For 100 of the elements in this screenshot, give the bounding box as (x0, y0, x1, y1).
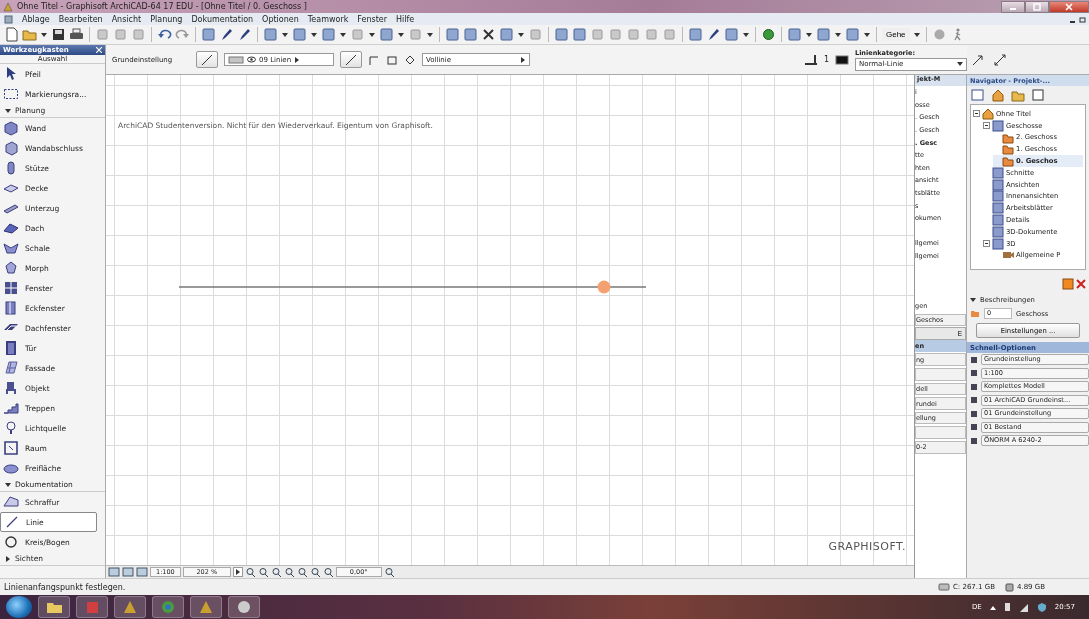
restore-icon[interactable] (1079, 15, 1086, 23)
zoom-page-icon[interactable] (122, 567, 134, 577)
collapse-icon[interactable] (973, 110, 980, 118)
redo-icon[interactable] (175, 27, 190, 42)
circle-icon (160, 599, 176, 615)
magnifier-icon[interactable] (270, 567, 282, 577)
caret-icon (294, 56, 301, 63)
magnifier-icon[interactable] (257, 567, 269, 577)
minimize-button[interactable] (1001, 0, 1025, 13)
line-geometry-button[interactable] (340, 51, 362, 68)
circle-icon (236, 599, 252, 615)
square-icon (992, 178, 1004, 191)
collapse-triangle-icon[interactable] (970, 297, 976, 303)
square-icon (970, 355, 978, 364)
expand-triangle-icon[interactable] (5, 555, 11, 562)
menu-item[interactable]: Ablage (22, 14, 50, 24)
taskbar-app-button[interactable] (114, 596, 146, 618)
menu-item[interactable]: Ansicht (111, 14, 142, 24)
diamond-icon[interactable] (404, 53, 416, 66)
battery-icon[interactable] (1003, 602, 1011, 612)
taskbar-app-button[interactable] (190, 596, 222, 618)
house-icon[interactable] (991, 88, 1005, 102)
rectangle-icon[interactable] (386, 53, 398, 66)
window-title: Ohne Titel - Graphisoft ArchiCAD-64 17 EDU - [Ohne Titel / 0. Geschoss ] (17, 2, 307, 11)
line-icon (344, 53, 358, 66)
circle-icon (3, 534, 19, 550)
layout-icon[interactable] (108, 567, 120, 577)
menu-item[interactable]: Bearbeiten (58, 14, 103, 24)
square-icon (992, 190, 1004, 203)
double-arrow-icon[interactable] (993, 52, 1007, 67)
start-button[interactable] (6, 596, 32, 618)
house-icon (982, 107, 994, 120)
shell-icon (3, 240, 19, 256)
collapse-triangle-icon[interactable] (5, 481, 11, 488)
folder-icon[interactable] (1011, 88, 1025, 102)
shield-icon[interactable] (1036, 602, 1047, 612)
magnifier-icon[interactable] (244, 567, 256, 577)
menu-item[interactable]: Optionen (262, 14, 299, 24)
circle-icon[interactable] (761, 27, 776, 42)
stairs-icon (3, 400, 19, 416)
square-icon (992, 225, 1004, 238)
taskbar-app-button[interactable] (228, 596, 260, 618)
pencil-icon[interactable] (237, 27, 252, 42)
printer-icon[interactable] (69, 27, 84, 42)
page-icon[interactable] (4, 27, 19, 42)
dashed-rectangle-icon (3, 86, 19, 102)
cube-icon (3, 140, 19, 156)
pencil-icon[interactable] (219, 27, 234, 42)
polyline-icon[interactable] (368, 53, 380, 66)
play-icon[interactable] (232, 567, 243, 577)
undo-icon[interactable] (157, 27, 172, 42)
collapse-icon[interactable] (983, 122, 990, 130)
folder-icon (1002, 155, 1014, 168)
taskbar-app-button[interactable] (38, 596, 70, 618)
eye-icon (247, 56, 256, 63)
line-icon (4, 514, 20, 530)
close-button[interactable] (1049, 0, 1089, 13)
document-icon (4, 14, 13, 24)
magnifier-icon[interactable] (322, 567, 334, 577)
pen-color-swatch-icon[interactable] (835, 54, 849, 65)
maximize-button[interactable] (1025, 0, 1049, 13)
option-field[interactable] (915, 426, 966, 440)
brand-wordmark: GRAPHISOFT. (828, 540, 906, 553)
line-icon (200, 53, 214, 66)
disk-drive-icon (938, 583, 950, 591)
close-icon[interactable] (481, 27, 496, 42)
menu-item[interactable]: Hilfe (396, 14, 415, 24)
menu-item[interactable]: Fenster (357, 14, 387, 24)
pencil-icon[interactable] (706, 27, 721, 42)
line-tool-button[interactable] (196, 51, 218, 68)
magnifier-icon[interactable] (309, 567, 321, 577)
document-icon[interactable] (971, 88, 985, 102)
caret-icon[interactable] (989, 604, 996, 610)
signal-icon[interactable] (1018, 602, 1029, 612)
fit-icon[interactable] (136, 567, 148, 577)
collapse-icon[interactable] (983, 240, 990, 248)
grid-panel-icon (3, 360, 19, 376)
menu-item[interactable]: Teamwork (307, 14, 349, 24)
lamp-icon (3, 420, 19, 436)
memory-chip-icon (1004, 582, 1014, 592)
collapse-triangle-icon[interactable] (5, 107, 11, 114)
magnifier-icon[interactable] (296, 567, 308, 577)
pen-icon[interactable] (803, 53, 818, 66)
square-icon[interactable] (1031, 88, 1045, 102)
menu-item[interactable]: Planung (150, 14, 183, 24)
magnifier-icon[interactable] (283, 567, 295, 577)
square-icon[interactable] (572, 27, 587, 42)
folder-icon (1002, 131, 1014, 144)
square-icon[interactable] (554, 27, 569, 42)
magnifier-icon[interactable] (383, 567, 395, 577)
goto-menu[interactable]: Gehe (882, 28, 910, 41)
folder-icon (1002, 143, 1014, 156)
morph-icon (3, 260, 19, 276)
pen-number: 1 (823, 55, 829, 64)
square-icon (84, 599, 100, 615)
square-icon[interactable] (445, 27, 460, 42)
option-field[interactable] (915, 368, 966, 381)
square-icon (992, 166, 1004, 179)
arrow-icon[interactable] (971, 52, 985, 67)
menu-item[interactable]: Dokumentation (191, 14, 254, 24)
